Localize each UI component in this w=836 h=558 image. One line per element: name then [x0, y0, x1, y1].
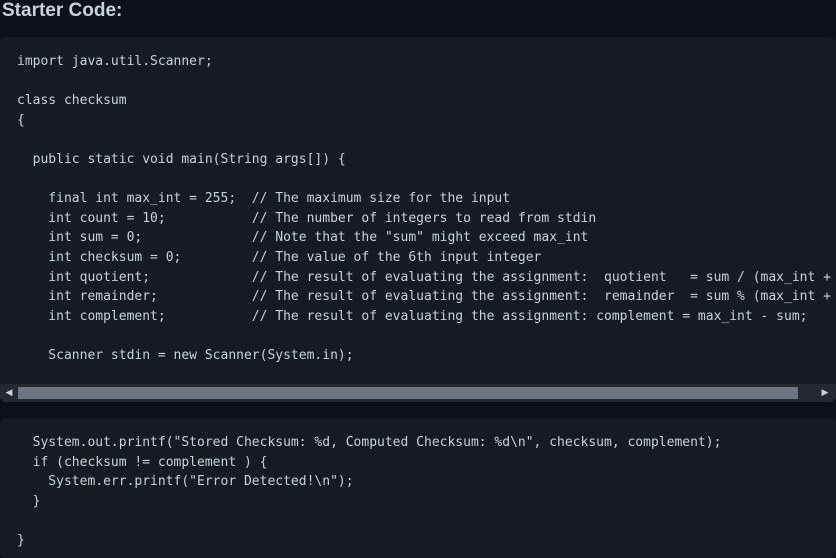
code-line: int checksum = 0; // The value of the 6t… [17, 249, 542, 265]
code-lines: import java.util.Scanner; class checksum… [17, 52, 836, 366]
code-line: int count = 10; // The number of integer… [17, 210, 597, 226]
scroll-left-arrow-icon[interactable]: ◀ [2, 384, 16, 402]
scroll-right-arrow-icon[interactable]: ▶ [818, 384, 832, 402]
code-line: } [17, 532, 25, 548]
section-heading: Starter Code: [2, 0, 123, 21]
code-line: System.out.printf("Stored Checksum: %d, … [17, 435, 722, 450]
code-line: Scanner stdin = new Scanner(System.in); [17, 347, 354, 363]
code-line: int quotient; // The result of evaluatin… [17, 269, 836, 285]
code-line: int remainder; // The result of evaluati… [17, 289, 836, 305]
code-line: int sum = 0; // Note that the "sum" migh… [17, 230, 589, 246]
code-line: public static void main(String args[]) { [17, 151, 346, 167]
code-line: import java.util.Scanner; [17, 54, 213, 69]
scrollbar-thumb[interactable] [18, 387, 798, 399]
code-line: if (checksum != complement ) { [17, 454, 268, 470]
code-line: final int max_int = 255; // The maximum … [17, 191, 511, 207]
code-block-continuation: System.out.printf("Stored Checksum: %d, … [0, 418, 836, 558]
code-line: } [17, 493, 41, 509]
code-line: { [17, 112, 25, 128]
horizontal-scrollbar[interactable]: ◀ ▶ [0, 384, 836, 402]
code-block-starter: import java.util.Scanner; class checksum… [0, 37, 836, 402]
code-line: class checksum [17, 93, 127, 109]
code-lines: System.out.printf("Stored Checksum: %d, … [17, 433, 721, 551]
code-line: int complement; // The result of evaluat… [17, 308, 808, 324]
code-line: System.err.printf("Error Detected!\n"); [17, 474, 354, 490]
